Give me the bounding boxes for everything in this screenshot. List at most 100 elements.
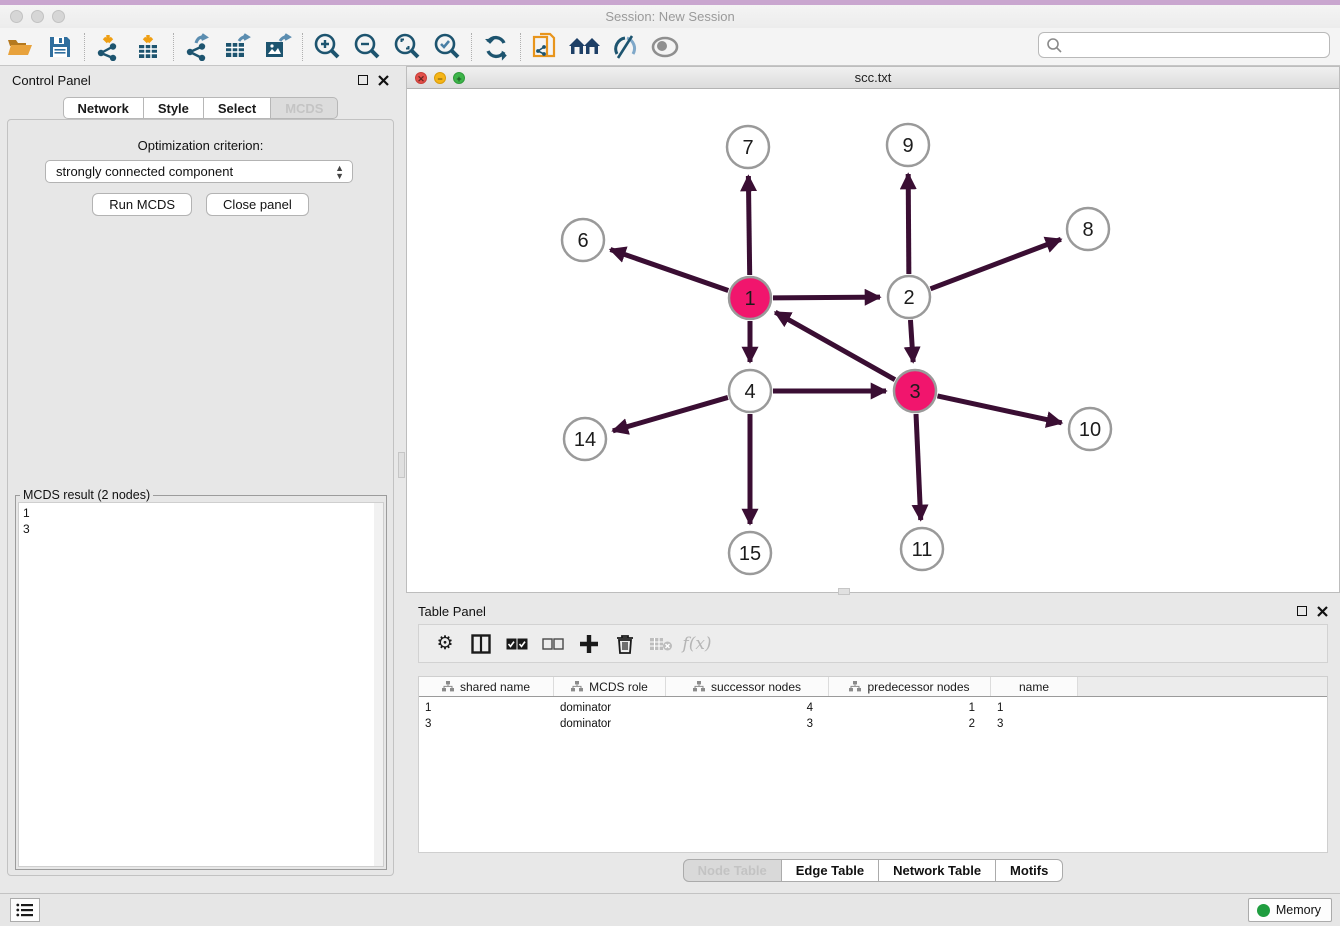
graph-node[interactable]: 6 xyxy=(562,219,604,261)
optimization-criterion-select[interactable]: strongly connected component ▲▼ xyxy=(45,160,353,183)
zoom-in-button[interactable] xyxy=(307,31,347,63)
hide-graphics-details-button[interactable] xyxy=(605,31,645,63)
graph-edge[interactable] xyxy=(610,250,728,291)
result-item[interactable]: 3 xyxy=(23,521,379,537)
graph-edge[interactable] xyxy=(775,312,895,379)
tab-style[interactable]: Style xyxy=(144,97,204,119)
node-table[interactable]: shared name MCDS role successor nodes xyxy=(418,676,1328,853)
task-history-button[interactable] xyxy=(10,898,40,922)
graph-edge[interactable] xyxy=(910,320,913,362)
column-header-name[interactable]: name xyxy=(991,677,1078,696)
zoom-out-button[interactable] xyxy=(347,31,387,63)
cell-shared-name[interactable]: 1 xyxy=(419,701,554,717)
deselect-all-button[interactable] xyxy=(535,629,571,659)
result-scrollbar[interactable] xyxy=(374,503,383,866)
tab-motifs[interactable]: Motifs xyxy=(996,859,1063,882)
close-panel-button[interactable]: Close panel xyxy=(206,193,309,216)
column-header-successor-nodes[interactable]: successor nodes xyxy=(666,677,829,696)
import-network-button[interactable] xyxy=(89,31,129,63)
graph-edge[interactable] xyxy=(773,297,880,298)
result-item[interactable]: 1 xyxy=(23,505,379,521)
open-folder-icon xyxy=(6,35,34,59)
memory-status-icon xyxy=(1257,904,1270,917)
column-header-predecessor-nodes[interactable]: predecessor nodes xyxy=(829,677,991,696)
cell-name[interactable]: 3 xyxy=(991,717,1078,733)
graph-edge[interactable] xyxy=(931,239,1061,289)
zoom-selected-button[interactable] xyxy=(427,31,467,63)
graph-node[interactable]: 3 xyxy=(894,370,936,412)
export-image-button[interactable] xyxy=(258,31,298,63)
table-row[interactable]: 3 dominator 3 2 3 xyxy=(419,717,1327,733)
graph-node[interactable]: 7 xyxy=(727,126,769,168)
search-input[interactable] xyxy=(1063,35,1329,55)
cell-name[interactable]: 1 xyxy=(991,701,1078,717)
cell-successor-nodes[interactable]: 4 xyxy=(666,701,829,717)
open-session-button[interactable] xyxy=(0,31,40,63)
network-close-icon[interactable]: ✕ xyxy=(415,72,427,84)
graph-edge[interactable] xyxy=(613,397,728,430)
graph-node[interactable]: 14 xyxy=(564,418,606,460)
delete-table-icon xyxy=(649,636,673,652)
float-panel-icon[interactable] xyxy=(358,75,368,85)
graph-edge[interactable] xyxy=(908,174,909,274)
network-minimize-icon[interactable]: − xyxy=(434,72,446,84)
svg-text:2: 2 xyxy=(903,287,914,309)
cell-mcds-role[interactable]: dominator xyxy=(554,701,666,717)
cell-predecessor-nodes[interactable]: 2 xyxy=(829,717,991,733)
tab-network[interactable]: Network xyxy=(63,97,144,119)
graph-edge[interactable] xyxy=(916,414,921,520)
apply-layout-button[interactable] xyxy=(476,31,516,63)
graph-node[interactable]: 15 xyxy=(729,532,771,574)
cell-shared-name[interactable]: 3 xyxy=(419,717,554,733)
graph-edge[interactable] xyxy=(748,176,749,275)
search-field[interactable] xyxy=(1038,32,1330,58)
float-table-panel-icon[interactable] xyxy=(1297,606,1307,616)
import-table-button[interactable] xyxy=(129,31,169,63)
first-neighbors-button[interactable] xyxy=(565,31,605,63)
refresh-icon xyxy=(482,33,510,61)
graph-node[interactable]: 2 xyxy=(888,276,930,318)
add-column-button[interactable] xyxy=(571,629,607,659)
export-network-button[interactable] xyxy=(178,31,218,63)
show-columns-button[interactable] xyxy=(463,629,499,659)
network-window-titlebar[interactable]: scc.txt ✕ − + xyxy=(407,67,1339,89)
tab-node-table[interactable]: Node Table xyxy=(683,859,782,882)
birdseye-view-button[interactable] xyxy=(645,31,685,63)
tab-select[interactable]: Select xyxy=(204,97,271,119)
cell-successor-nodes[interactable]: 3 xyxy=(666,717,829,733)
graph-node[interactable]: 10 xyxy=(1069,408,1111,450)
save-session-button[interactable] xyxy=(40,31,80,63)
trash-icon xyxy=(616,634,634,654)
graph-node[interactable]: 11 xyxy=(901,528,943,570)
table-settings-button[interactable]: ⚙ xyxy=(427,629,463,659)
graph-node[interactable]: 1 xyxy=(729,277,771,319)
function-builder-button-disabled: f(x) xyxy=(679,629,715,659)
svg-text:14: 14 xyxy=(574,429,596,451)
memory-button[interactable]: Memory xyxy=(1248,898,1332,922)
tab-mcds[interactable]: MCDS xyxy=(271,97,338,119)
run-mcds-button[interactable]: Run MCDS xyxy=(92,193,192,216)
zoom-fit-button[interactable] xyxy=(387,31,427,63)
close-table-panel-icon[interactable] xyxy=(1317,606,1328,617)
cell-predecessor-nodes[interactable]: 1 xyxy=(829,701,991,717)
column-header-mcds-role[interactable]: MCDS role xyxy=(554,677,666,696)
column-header-shared-name[interactable]: shared name xyxy=(419,677,554,696)
mcds-result-list[interactable]: 1 3 xyxy=(18,502,384,867)
cell-mcds-role[interactable]: dominator xyxy=(554,717,666,733)
horizontal-splitter-grip[interactable] xyxy=(838,588,850,595)
tab-edge-table[interactable]: Edge Table xyxy=(782,859,879,882)
graph-node[interactable]: 9 xyxy=(887,124,929,166)
network-canvas[interactable]: 1 2 3 4 6 7 8 9 10 11 14 15 xyxy=(407,89,1339,592)
delete-column-button[interactable] xyxy=(607,629,643,659)
select-all-button[interactable] xyxy=(499,629,535,659)
close-panel-icon[interactable] xyxy=(378,75,389,86)
table-row[interactable]: 1 dominator 4 1 1 xyxy=(419,701,1327,717)
network-snapshot-button[interactable] xyxy=(525,31,565,63)
graph-node[interactable]: 4 xyxy=(729,370,771,412)
export-table-button[interactable] xyxy=(218,31,258,63)
network-maximize-icon[interactable]: + xyxy=(453,72,465,84)
graph-edge[interactable] xyxy=(937,396,1061,423)
vertical-splitter-grip[interactable] xyxy=(398,452,405,478)
graph-node[interactable]: 8 xyxy=(1067,208,1109,250)
tab-network-table[interactable]: Network Table xyxy=(879,859,996,882)
